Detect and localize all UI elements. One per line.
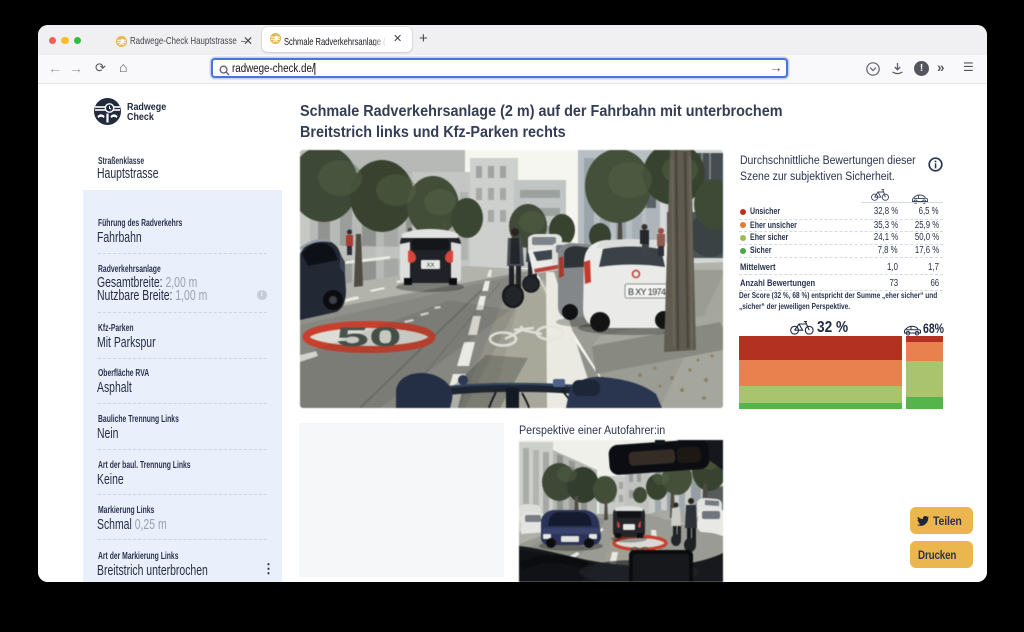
svg-text:XX: XX bbox=[426, 263, 434, 269]
svg-text:B XY 1974: B XY 1974 bbox=[628, 287, 666, 297]
